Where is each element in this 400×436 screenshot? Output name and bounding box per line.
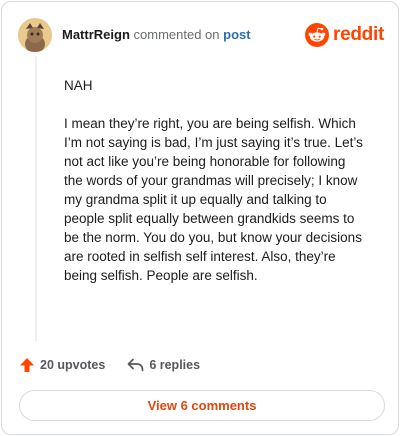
reddit-logo[interactable]: reddit: [305, 22, 384, 48]
comment-card: MattrReign commented on post reddit NAH …: [1, 1, 399, 435]
view-comments-button[interactable]: View 6 comments: [19, 390, 385, 421]
avatar[interactable]: [18, 18, 52, 52]
comment-paragraph: NAH: [64, 78, 93, 93]
upvote-button[interactable]: 20 upvotes: [19, 357, 105, 373]
reddit-snoo-icon: [305, 23, 330, 47]
upvote-arrow-icon: [20, 358, 34, 372]
post-link[interactable]: post: [223, 27, 250, 42]
comment-byline: MattrReign commented on post: [62, 27, 251, 43]
reply-count: 6 replies: [149, 358, 201, 372]
snoo-avatar-icon: [18, 18, 52, 52]
comment-body: NAH I mean they’re right, you are being …: [64, 76, 364, 304]
reddit-wordmark: reddit: [333, 24, 384, 45]
comment-paragraph: I mean they’re right, you are being self…: [64, 116, 363, 283]
thread-line: [35, 56, 37, 341]
action-text: commented on: [133, 27, 220, 42]
comment-header: MattrReign commented on post reddit: [18, 18, 384, 52]
comment-actions: 20 upvotes 6 replies: [19, 354, 200, 376]
upvote-count: 20 upvotes: [40, 358, 106, 372]
replies-button[interactable]: 6 replies: [127, 358, 200, 372]
reply-arrow-icon: [127, 358, 144, 372]
username-link[interactable]: MattrReign: [62, 27, 130, 42]
